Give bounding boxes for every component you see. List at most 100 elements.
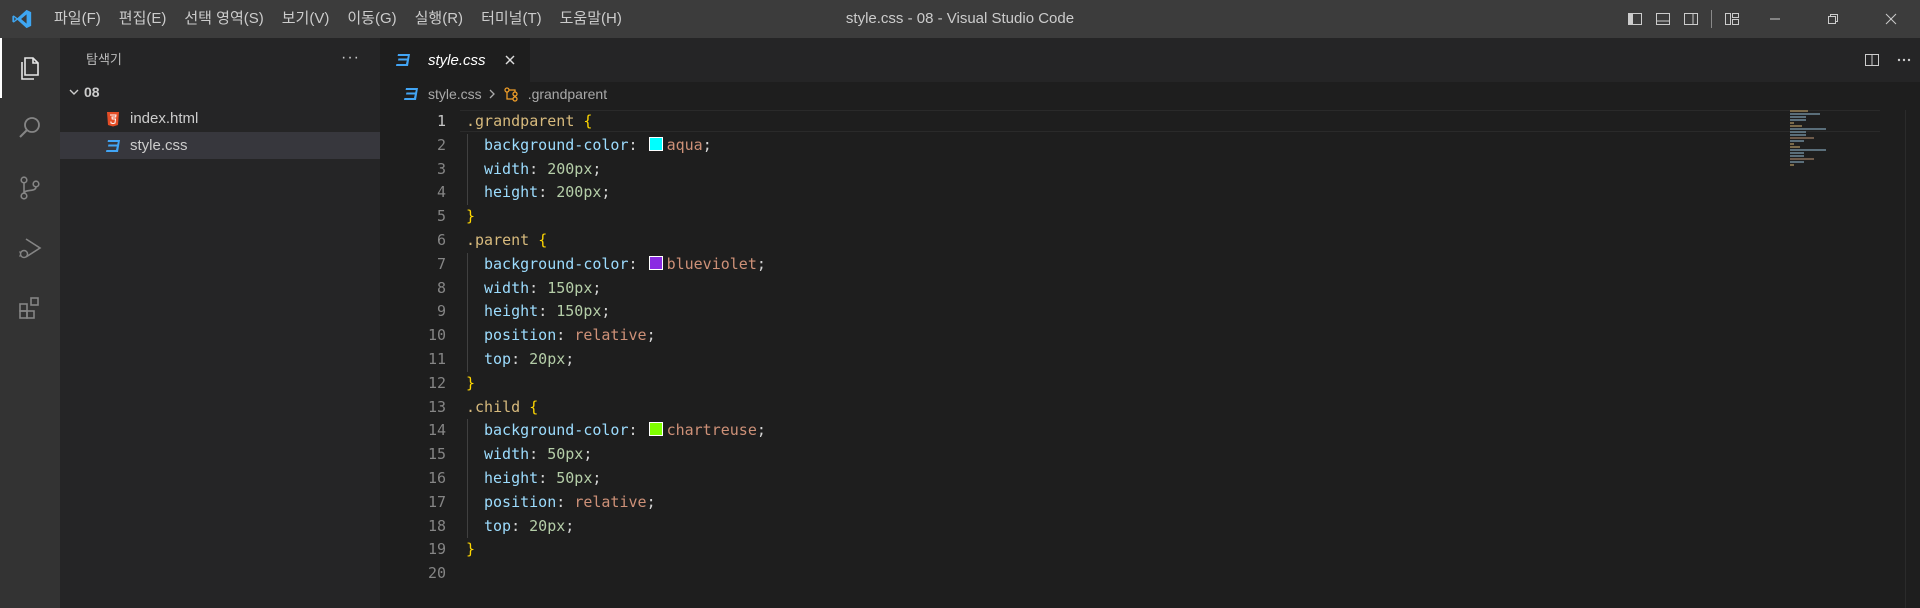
vertical-scrollbar[interactable] [1905,110,1920,608]
line-number: 14 [427,421,446,440]
colon: : [556,492,575,511]
toggle-primary-sidebar-icon[interactable] [1621,0,1649,38]
semicolon: ; [756,254,766,273]
semicolon: ; [646,326,656,345]
customize-layout-icon[interactable] [1718,0,1746,38]
minimap-line [1790,131,1806,133]
line-number: 11 [427,349,446,368]
menu-edit[interactable]: 편집(E) [110,0,176,38]
minimap-line [1790,143,1794,145]
colon: : [529,445,548,464]
minimap[interactable] [1790,110,1830,170]
minimap-line [1790,116,1806,118]
breadcrumb-symbol[interactable]: .grandparent [502,85,607,103]
colon: : [556,326,575,345]
code-line: background-color: blueviolet; [466,252,766,277]
file-item-index-html[interactable]: index.html [60,105,380,132]
breadcrumb-file[interactable]: style.css [402,85,482,103]
semicolon: ; [583,445,593,464]
minimap-line [1790,113,1820,115]
colon: : [538,468,557,487]
toggle-panel-icon[interactable] [1649,0,1677,38]
line-number: 20 [427,564,446,583]
close-icon[interactable] [500,50,520,70]
line-number: 19 [427,540,446,559]
line-number: 8 [436,278,446,297]
css-property: position [484,492,557,511]
color-swatch[interactable] [648,255,663,270]
color-swatch[interactable] [648,136,663,151]
menu-selection[interactable]: 선택 영역(S) [175,0,272,38]
minimap-line [1790,149,1826,151]
css3-icon [104,137,122,155]
open-brace: { [538,230,548,249]
menu-help[interactable]: 도움말(H) [551,0,631,38]
css-property: width [484,278,530,297]
css-value: blueviolet [666,254,757,273]
semicolon: ; [601,183,611,202]
css-property: position [484,326,557,345]
toggle-secondary-sidebar-icon[interactable] [1677,0,1705,38]
explorer-sidebar: 탐색기 ··· 08 index.html style.css [60,38,380,608]
css-property: height [484,468,539,487]
breadcrumb: style.css .grandparent [380,82,1920,106]
semicolon: ; [592,159,602,178]
semicolon: ; [565,349,575,368]
menu-go[interactable]: 이동(G) [338,0,405,38]
minimize-icon[interactable] [1746,0,1804,38]
css-property: background-color [484,421,629,440]
more-actions-icon[interactable]: ··· [341,49,360,67]
menu-file[interactable]: 파일(F) [44,0,110,38]
vscode-logo-icon [0,0,44,38]
more-actions-icon[interactable] [1888,38,1920,82]
close-brace: } [466,207,476,226]
code-line: position: relative; [466,324,766,348]
search-icon[interactable] [0,98,60,158]
line-number: 5 [436,207,446,226]
file-item-style-css[interactable]: style.css [60,132,380,159]
source-control-icon[interactable] [0,158,60,218]
extensions-icon[interactable] [0,278,60,338]
menu-view[interactable]: 보기(V) [273,0,339,38]
html5-icon [104,110,122,128]
css-property: top [484,349,512,368]
line-number: 2 [436,135,446,154]
css-value: relative [574,492,647,511]
minimap-line [1790,110,1808,112]
css-value: chartreuse [666,421,757,440]
menu-run[interactable]: 실행(R) [406,0,472,38]
line-number: 1 [436,112,446,130]
tab-style-css[interactable]: style.css [380,38,530,82]
menu-bar: 파일(F) 편집(E) 선택 영역(S) 보기(V) 이동(G) 실행(R) 터… [44,0,631,38]
folder-08[interactable]: 08 [60,78,380,105]
color-swatch[interactable] [648,422,663,437]
minimap-line [1790,128,1826,130]
minimap-line [1790,134,1806,136]
code-line: } [466,538,766,562]
activity-bar [0,38,60,608]
close-window-icon[interactable] [1862,0,1920,38]
editor-area: style.css style.css .grandparent 1 2 3 4… [380,38,1920,608]
code-editor[interactable]: 1 2 3 4 5 6 7 8 9 10 11 12 13 14 15 16 1… [380,110,1920,608]
tab-label: style.css [428,51,486,69]
chevron-right-icon [487,88,497,100]
colon: : [511,516,530,535]
explorer-icon[interactable] [0,38,60,98]
code-line: width: 150px; [466,276,766,301]
breadcrumb-symbol-label: .grandparent [527,86,608,102]
restore-icon[interactable] [1804,0,1862,38]
semicolon: ; [601,302,611,321]
css-value: 200px [547,159,593,178]
code-line: .parent { [466,229,766,253]
run-debug-icon[interactable] [0,218,60,278]
split-editor-icon[interactable] [1856,38,1888,82]
code-line: background-color: aqua; [466,133,766,158]
code-line: top: 20px; [466,347,766,372]
css-value: 150px [556,302,602,321]
menu-terminal[interactable]: 터미널(T) [472,0,551,38]
line-number: 17 [427,492,446,511]
code-line: width: 50px; [466,443,766,467]
css-value: 50px [547,445,584,464]
semicolon: ; [592,468,602,487]
